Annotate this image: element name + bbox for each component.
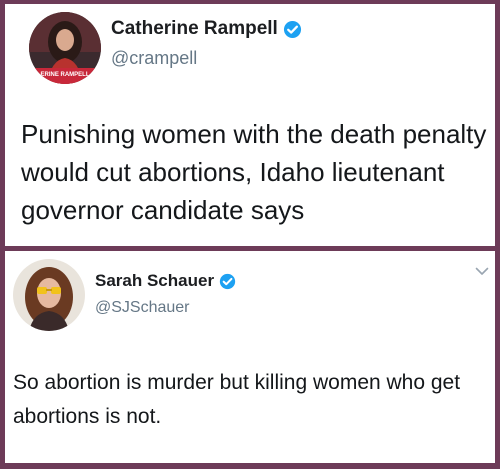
author-row: Catherine Rampell (111, 18, 302, 40)
avatar[interactable] (13, 259, 85, 331)
verified-badge-icon (283, 20, 302, 39)
author-row: Sarah Schauer (95, 271, 236, 291)
handle[interactable]: @SJSchauer (95, 299, 190, 317)
tweet-text: So abortion is murder but killing women … (13, 371, 461, 428)
chevron-down-icon[interactable] (475, 267, 489, 276)
avatar[interactable]: ERINE RAMPELL (29, 12, 101, 84)
display-name[interactable]: Sarah Schauer (95, 271, 214, 291)
handle[interactable]: @crampell (111, 48, 197, 69)
tweet-card-crampell: ERINE RAMPELL Catherine Rampell @crampel… (5, 4, 495, 246)
verified-badge-icon (219, 273, 236, 290)
tweet-text: Punishing women with the death penalty w… (21, 119, 487, 225)
display-name[interactable]: Catherine Rampell (111, 18, 278, 40)
tweet-card-sjschauer: Sarah Schauer @SJSchauer So abortion is … (5, 251, 495, 463)
avatar-caption: ERINE RAMPELL (40, 72, 89, 78)
